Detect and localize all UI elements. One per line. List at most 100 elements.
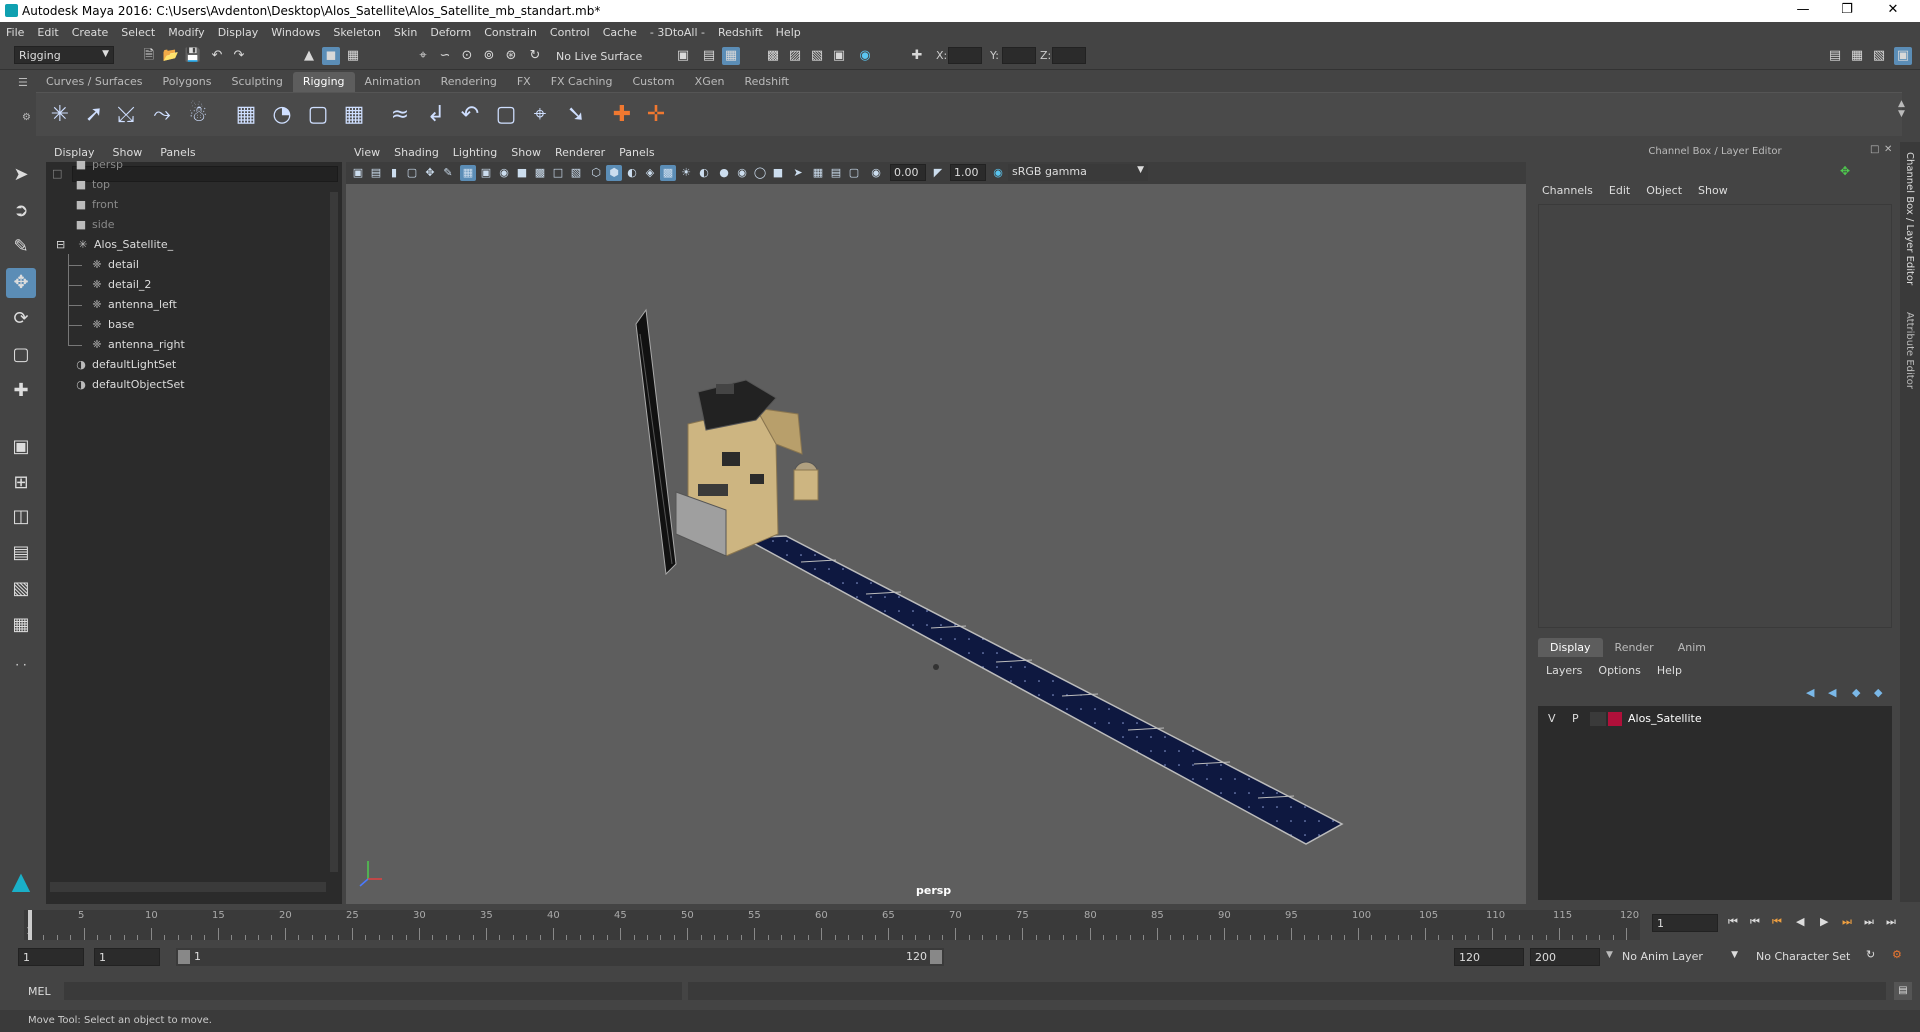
snap-surface-icon[interactable]: ⊛: [502, 47, 520, 65]
menu-file[interactable]: File: [6, 26, 24, 39]
viewport-3d[interactable]: persp: [346, 184, 1526, 904]
new-layer-icon[interactable]: ◆: [1852, 686, 1860, 699]
outliner-item[interactable]: ■ top: [74, 176, 110, 194]
shelf-tab-rigging[interactable]: Rigging: [292, 72, 355, 92]
manipulator-icon[interactable]: ✚: [6, 376, 36, 406]
ch-menu-object[interactable]: Object: [1646, 184, 1682, 197]
vpmenu-panels[interactable]: Panels: [619, 146, 654, 159]
snap-grid-icon[interactable]: ⌖: [414, 47, 432, 65]
outliner-layout-icon[interactable]: ▤: [6, 538, 36, 568]
step-back-icon[interactable]: ⏮: [1750, 915, 1760, 929]
camera-attributes-icon[interactable]: ▤: [368, 165, 384, 181]
exposure-field[interactable]: 0.00: [890, 164, 926, 181]
anim-prefs-icon[interactable]: ⚙: [1892, 948, 1902, 961]
shadows-icon[interactable]: ◐: [696, 165, 712, 181]
step-forward-icon[interactable]: ⏭: [1864, 915, 1874, 929]
shelf-tab-curves-surfaces[interactable]: Curves / Surfaces: [36, 72, 153, 92]
wireframe-icon[interactable]: ⬡: [588, 165, 604, 181]
gamma-field[interactable]: 1.00: [950, 164, 986, 181]
collapse-toggle-icon[interactable]: ⊟: [56, 236, 65, 254]
command-language-label[interactable]: MEL: [28, 985, 51, 998]
bookmark-icon[interactable]: ▮: [386, 165, 402, 181]
ik-spline-icon[interactable]: ⤩: [112, 101, 140, 129]
maya-home-icon[interactable]: ▲: [6, 866, 36, 896]
vpmenu-shading[interactable]: Shading: [394, 146, 439, 159]
insert-joint-icon[interactable]: ⤳: [148, 101, 176, 129]
outliner-item[interactable]: ■ front: [74, 196, 118, 214]
snap-curve-icon[interactable]: ∽: [436, 47, 454, 65]
maximize-icon[interactable]: ❐: [1832, 2, 1862, 17]
outliner-item[interactable]: ✳ Alos_Satellite_: [76, 236, 173, 254]
isolate-select-icon[interactable]: ➤: [790, 165, 806, 181]
layer-tab-anim[interactable]: Anim: [1666, 638, 1718, 657]
hypershade-icon[interactable]: ▣: [830, 47, 848, 65]
outliner-hscroll[interactable]: [50, 882, 326, 892]
scale-tool-icon[interactable]: ▢: [6, 340, 36, 370]
layer-menu-help[interactable]: Help: [1657, 664, 1682, 677]
end-time-field[interactable]: 200: [1530, 948, 1600, 966]
lattice-icon[interactable]: ▢: [304, 101, 332, 129]
shelf-tab-rendering[interactable]: Rendering: [431, 72, 507, 92]
save-scene-icon[interactable]: 💾: [184, 47, 202, 65]
outliner-item[interactable]: ■ side: [74, 216, 115, 234]
go-to-end-icon[interactable]: ⏭: [1886, 915, 1896, 929]
outliner-item[interactable]: ◑ defaultObjectSet: [74, 376, 184, 394]
scale-constraint-icon[interactable]: ▢: [492, 101, 520, 129]
default-material-icon[interactable]: ◐: [624, 165, 640, 181]
y-field[interactable]: [1002, 47, 1036, 64]
layer-tab-render[interactable]: Render: [1603, 638, 1666, 657]
shelf-tab-animation[interactable]: Animation: [355, 72, 431, 92]
outliner-item[interactable]: ❈ detail_2: [90, 276, 151, 294]
grease-pencil-icon[interactable]: ✎: [440, 165, 456, 181]
menu-skin[interactable]: Skin: [394, 26, 417, 39]
humanik-icon[interactable]: ☃: [184, 101, 212, 129]
motion-blur-icon[interactable]: ◉: [734, 165, 750, 181]
select-tool-icon[interactable]: ➤: [6, 160, 36, 190]
resolution-gate-icon[interactable]: ◉: [496, 165, 512, 181]
make-live-icon[interactable]: ↻: [526, 47, 544, 65]
gamma-icon[interactable]: ◤: [930, 165, 946, 181]
film-gate-icon[interactable]: ▣: [478, 165, 494, 181]
select-hierarchy-icon[interactable]: ▲: [300, 47, 318, 65]
character-set-selector[interactable]: No Character Set: [1756, 950, 1870, 963]
xray-icon[interactable]: ▦: [810, 165, 826, 181]
render-settings-icon[interactable]: ▧: [808, 47, 826, 65]
menu-deform[interactable]: Deform: [430, 26, 471, 39]
aim-constraint-icon[interactable]: ⌖: [526, 101, 554, 129]
step-forward-key-icon[interactable]: ⏭: [1842, 915, 1852, 929]
custom-layout-icon[interactable]: · ·: [6, 650, 36, 680]
play-forward-icon[interactable]: ▶: [1820, 915, 1828, 928]
paint-weights-icon[interactable]: ◔: [268, 101, 296, 129]
ch-menu-show[interactable]: Show: [1698, 184, 1728, 197]
menu-modify[interactable]: Modify: [168, 26, 204, 39]
color-space-selector[interactable]: sRGB gamma ▼: [1008, 164, 1148, 181]
snap-view-icon[interactable]: ⊚: [480, 47, 498, 65]
tool-settings-toggle-icon[interactable]: ▧: [1870, 47, 1888, 65]
attribute-editor-toggle-icon[interactable]: ▦: [1848, 47, 1866, 65]
construction-history-icon[interactable]: ▦: [722, 47, 740, 65]
single-view-layout-icon[interactable]: ▣: [6, 432, 36, 462]
two-view-layout-icon[interactable]: ◫: [6, 502, 36, 532]
playback-start-field[interactable]: 1: [94, 948, 160, 966]
menu-constrain[interactable]: Constrain: [484, 26, 537, 39]
shelf-settings-icon[interactable]: ⚙: [22, 112, 31, 123]
paint-select-icon[interactable]: ✎: [6, 232, 36, 262]
input-ops-icon[interactable]: ▣: [674, 47, 692, 65]
shelf-tab-redshift[interactable]: Redshift: [734, 72, 799, 92]
field-chart-icon[interactable]: ▩: [532, 165, 548, 181]
safe-title-icon[interactable]: ▧: [568, 165, 584, 181]
menu-control[interactable]: Control: [550, 26, 590, 39]
outliner-vscroll[interactable]: [330, 192, 338, 872]
current-frame-field[interactable]: 1: [1652, 914, 1718, 932]
layer-playback[interactable]: P: [1572, 712, 1579, 725]
shelf-menu-icon[interactable]: ☰: [18, 76, 28, 89]
parent-constraint-icon[interactable]: ≈: [386, 101, 414, 129]
anim-layer-selector[interactable]: No Anim Layer ▼: [1622, 950, 1738, 963]
menu-3dtoall[interactable]: - 3DtoAll -: [650, 26, 705, 39]
point-constraint-icon[interactable]: ↲: [422, 101, 450, 129]
playback-end-field[interactable]: 120: [1454, 948, 1524, 966]
menu-select[interactable]: Select: [121, 26, 155, 39]
manipulator-gizmo-icon[interactable]: ✥: [1840, 164, 1850, 178]
output-ops-icon[interactable]: ▤: [700, 47, 718, 65]
undo-icon[interactable]: ↶: [208, 47, 226, 65]
